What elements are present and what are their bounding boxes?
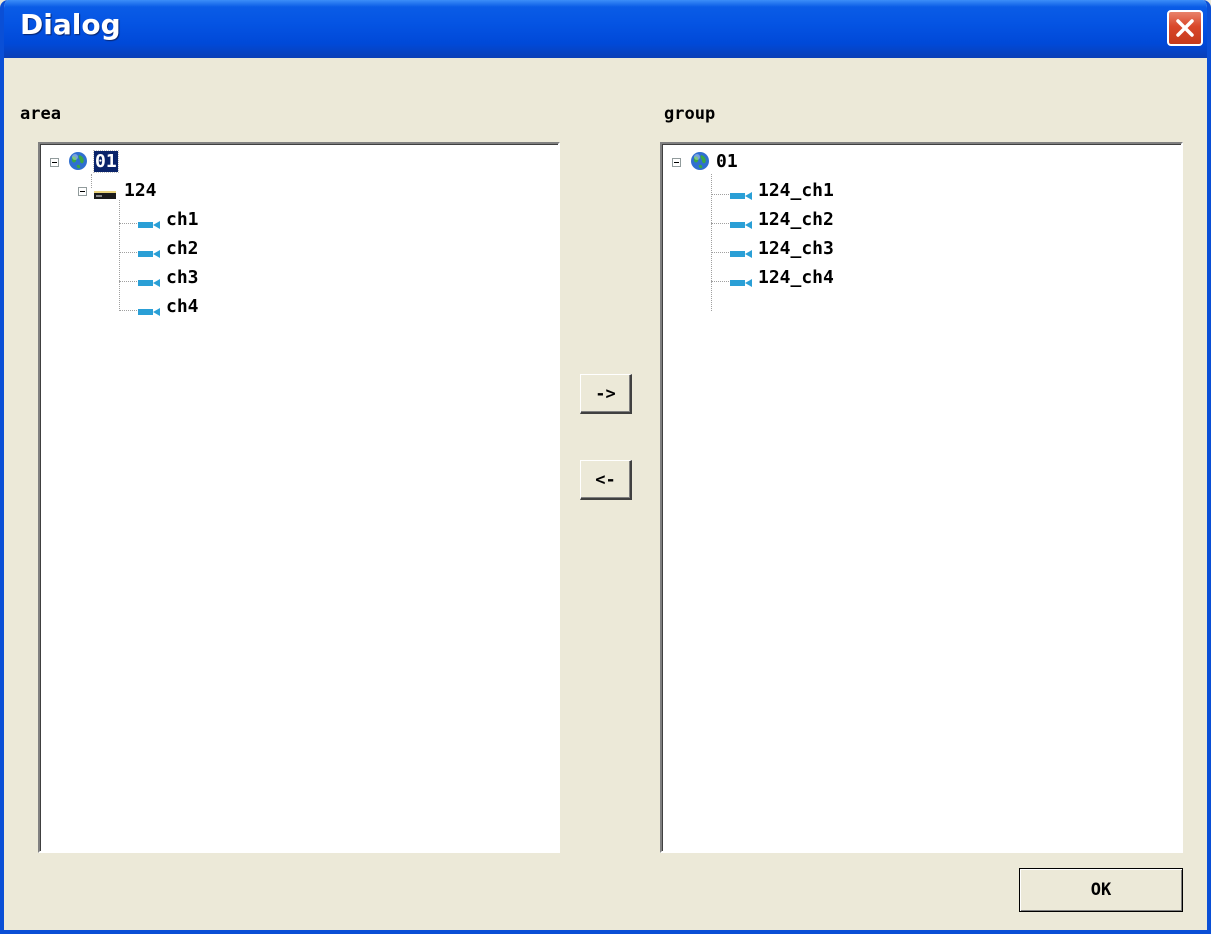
add-to-group-button[interactable]: -> bbox=[580, 374, 632, 414]
globe-icon bbox=[690, 151, 710, 175]
tree-line bbox=[711, 223, 731, 224]
tree-node-label: 124 bbox=[124, 180, 157, 201]
area-label: area bbox=[20, 104, 61, 124]
camera-icon bbox=[138, 244, 160, 263]
add-to-group-label: -> bbox=[595, 383, 616, 404]
tree-node-root[interactable]: 01 bbox=[670, 148, 870, 176]
tree-line bbox=[711, 281, 731, 282]
tree-node-channel[interactable]: ch2 bbox=[138, 235, 338, 263]
remove-from-group-label: <- bbox=[595, 469, 616, 490]
camera-icon bbox=[730, 186, 752, 205]
tree-node-label: 01 bbox=[716, 151, 738, 172]
title-bar[interactable]: Dialog bbox=[4, 0, 1207, 58]
tree-line bbox=[119, 281, 139, 282]
tree-node-label: 124_ch4 bbox=[758, 267, 834, 288]
tree-node-label: 124_ch2 bbox=[758, 209, 834, 230]
tree-node-channel[interactable]: 124_ch2 bbox=[730, 206, 970, 234]
tree-node-channel[interactable]: ch4 bbox=[138, 293, 338, 321]
tree-node-label: ch4 bbox=[166, 296, 199, 317]
globe-icon bbox=[68, 151, 88, 175]
dvr-device-icon bbox=[94, 185, 116, 204]
tree-node-label: ch3 bbox=[166, 267, 199, 288]
collapse-toggle[interactable] bbox=[78, 187, 87, 196]
tree-line bbox=[711, 252, 731, 253]
ok-button[interactable]: OK bbox=[1019, 868, 1183, 912]
camera-icon bbox=[730, 273, 752, 292]
camera-icon bbox=[730, 244, 752, 263]
group-tree[interactable]: 01 124_ch1 124_ch2 124_ch3 124_ch4 bbox=[660, 142, 1183, 853]
tree-node-root[interactable]: 01 bbox=[48, 148, 248, 176]
area-tree[interactable]: 01 124 ch1 ch2 ch3 ch4 bbox=[38, 142, 560, 853]
tree-node-channel[interactable]: 124_ch3 bbox=[730, 235, 970, 263]
tree-node-label: 124_ch1 bbox=[758, 180, 834, 201]
remove-from-group-button[interactable]: <- bbox=[580, 460, 632, 500]
tree-node-channel[interactable]: ch1 bbox=[138, 206, 338, 234]
tree-line bbox=[711, 194, 731, 195]
tree-line bbox=[119, 310, 139, 311]
window-title: Dialog bbox=[20, 8, 121, 41]
tree-node-label: 124_ch3 bbox=[758, 238, 834, 259]
collapse-toggle[interactable] bbox=[50, 158, 59, 167]
tree-node-channel[interactable]: ch3 bbox=[138, 264, 338, 292]
camera-icon bbox=[138, 215, 160, 234]
tree-node-label: ch2 bbox=[166, 238, 199, 259]
tree-node-label: 01 bbox=[93, 150, 119, 173]
collapse-toggle[interactable] bbox=[672, 158, 681, 167]
ok-button-label: OK bbox=[1090, 880, 1112, 900]
tree-node-device[interactable]: 124 bbox=[76, 177, 276, 205]
camera-icon bbox=[138, 302, 160, 321]
tree-line bbox=[119, 200, 120, 311]
tree-node-label: ch1 bbox=[166, 209, 199, 230]
tree-node-channel[interactable]: 124_ch4 bbox=[730, 264, 970, 292]
tree-node-channel[interactable]: 124_ch1 bbox=[730, 177, 970, 205]
camera-icon bbox=[730, 215, 752, 234]
close-button[interactable] bbox=[1167, 10, 1203, 46]
tree-line bbox=[119, 223, 139, 224]
camera-icon bbox=[138, 273, 160, 292]
group-label: group bbox=[664, 104, 716, 124]
tree-line bbox=[119, 252, 139, 253]
